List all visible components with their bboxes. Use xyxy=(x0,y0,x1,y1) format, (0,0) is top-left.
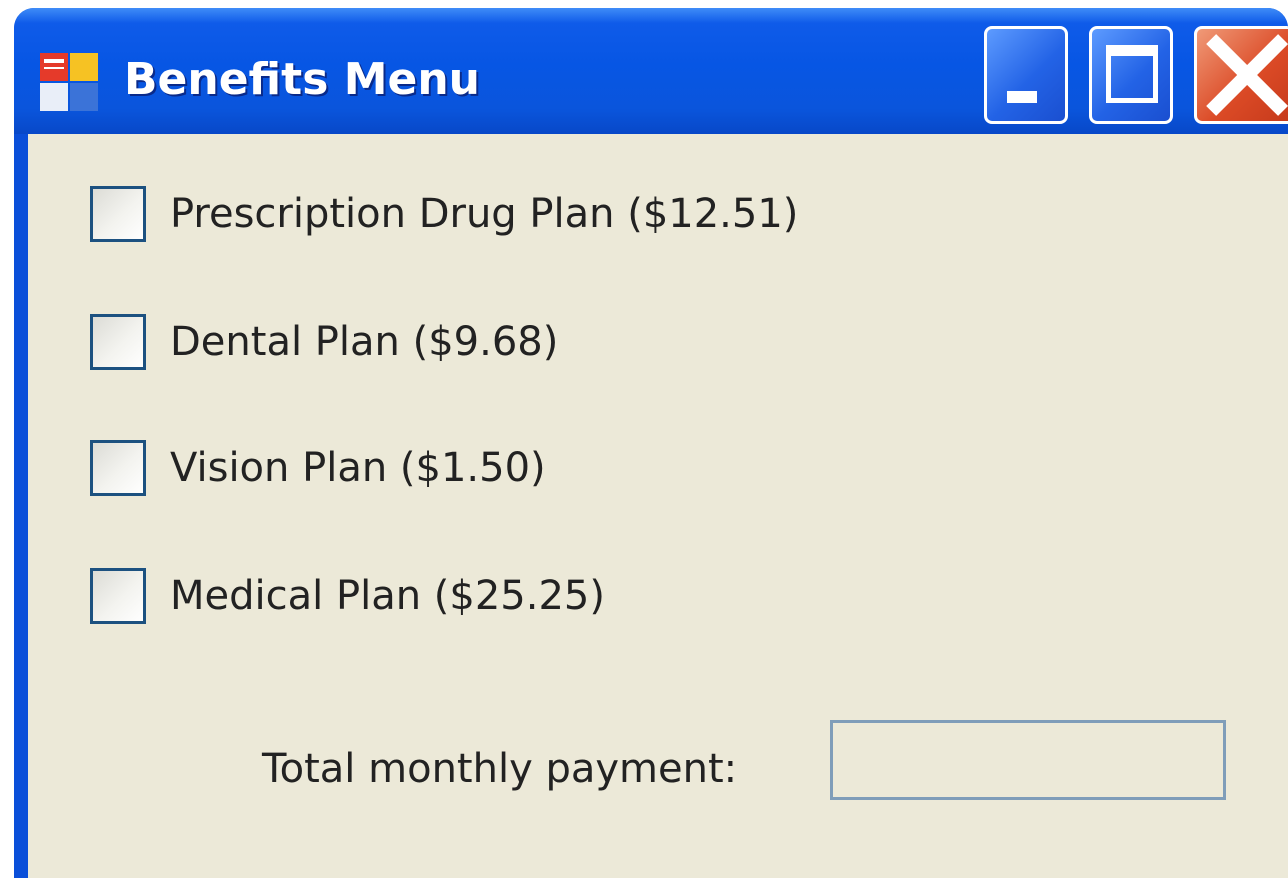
prescription-drug-plan-checkbox[interactable] xyxy=(90,186,146,242)
dental-plan-label[interactable]: Dental Plan ($9.68) xyxy=(170,319,558,365)
close-icon xyxy=(1206,34,1288,116)
maximize-button[interactable] xyxy=(1089,26,1173,124)
minimize-button[interactable] xyxy=(984,26,1068,124)
prescription-drug-plan-option[interactable]: Prescription Drug Plan ($12.51) xyxy=(90,184,798,244)
medical-plan-option[interactable]: Medical Plan ($25.25) xyxy=(90,566,605,626)
vision-plan-checkbox[interactable] xyxy=(90,440,146,496)
benefits-window: Benefits Menu Prescription Drug Plan ($1… xyxy=(14,8,1288,878)
prescription-drug-plan-label[interactable]: Prescription Drug Plan ($12.51) xyxy=(170,191,798,237)
form-client-area: Prescription Drug Plan ($12.51) Dental P… xyxy=(28,134,1288,878)
dental-plan-checkbox[interactable] xyxy=(90,314,146,370)
window-title: Benefits Menu xyxy=(124,54,480,105)
dental-plan-option[interactable]: Dental Plan ($9.68) xyxy=(90,312,558,372)
title-bar[interactable]: Benefits Menu xyxy=(14,8,1288,134)
app-icon xyxy=(40,53,98,111)
vision-plan-label[interactable]: Vision Plan ($1.50) xyxy=(170,445,546,491)
total-monthly-payment-label: Total monthly payment: xyxy=(262,746,738,792)
vision-plan-option[interactable]: Vision Plan ($1.50) xyxy=(90,438,546,498)
medical-plan-checkbox[interactable] xyxy=(90,568,146,624)
medical-plan-label[interactable]: Medical Plan ($25.25) xyxy=(170,573,605,619)
minimize-icon xyxy=(1007,91,1037,103)
total-monthly-payment-field xyxy=(830,720,1226,800)
maximize-icon xyxy=(1106,45,1158,103)
close-button[interactable] xyxy=(1194,26,1288,124)
